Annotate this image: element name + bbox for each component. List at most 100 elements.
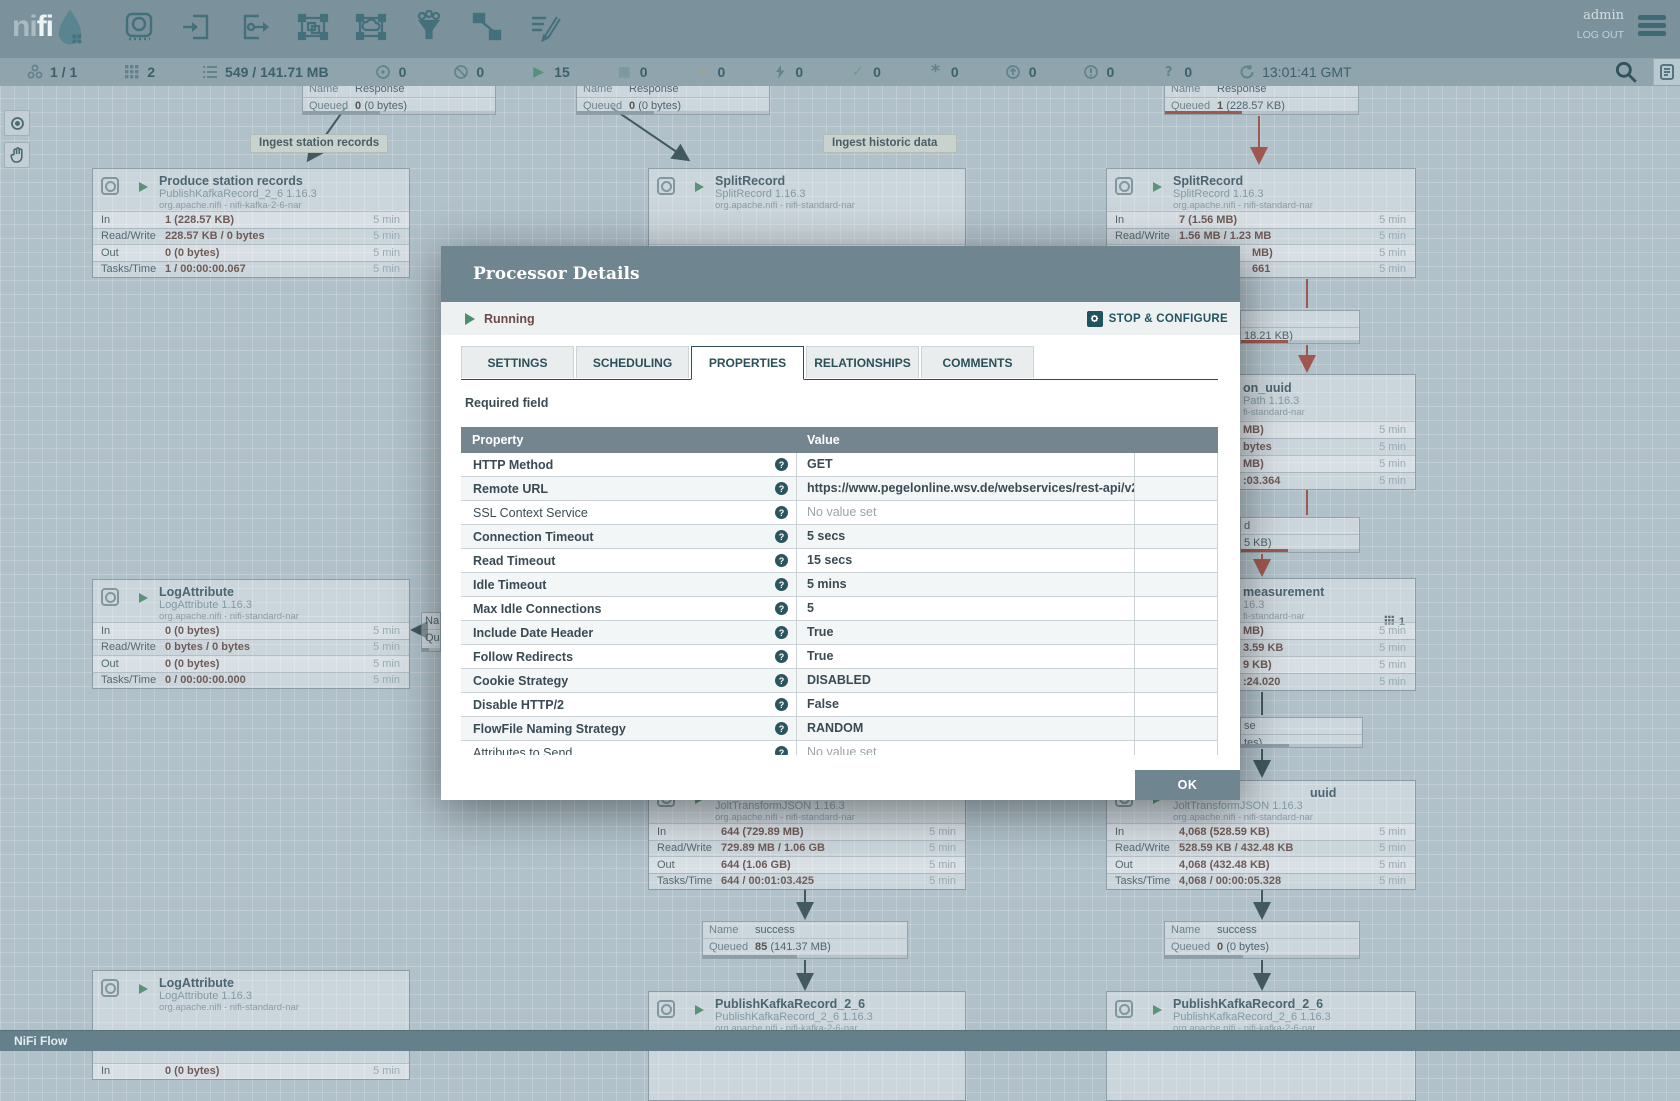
template-icon[interactable] <box>470 10 504 44</box>
processor-fragment-jsonpath[interactable]: on_uuidPath 1.16.3fi-standard-narMB)5 mi… <box>1240 374 1416 490</box>
property-row[interactable]: Disable HTTP/2?False <box>461 693 1218 717</box>
queue-progress-bar <box>1165 111 1358 114</box>
tab-properties[interactable]: PROPERTIES <box>691 346 804 380</box>
help-icon[interactable]: ? <box>775 578 788 591</box>
not-transmitting-icon <box>452 64 469 81</box>
connection-name: d <box>1244 518 1250 534</box>
search-icon[interactable] <box>1613 59 1639 85</box>
help-icon[interactable]: ? <box>775 722 788 735</box>
statusbar-count: 0 <box>951 64 959 80</box>
operate-palette-button[interactable] <box>4 142 30 168</box>
output-port-icon[interactable] <box>238 10 272 44</box>
navigate-palette-button[interactable] <box>4 110 30 136</box>
breadcrumb[interactable]: NiFi Flow <box>0 1034 67 1048</box>
property-row[interactable]: Remote URL?https://www.pegelonline.wsv.d… <box>461 477 1218 501</box>
tab-comments[interactable]: COMMENTS <box>921 346 1034 378</box>
property-row[interactable]: Include Date Header?True <box>461 621 1218 645</box>
running-status-label: Running <box>484 312 535 326</box>
processor-stats: In1 (228.57 KB)5 minRead/Write228.57 KB … <box>93 211 409 277</box>
remote-process-group-icon[interactable] <box>354 10 388 44</box>
input-port-icon[interactable] <box>180 10 214 44</box>
property-name: Idle Timeout? <box>461 573 797 596</box>
help-icon[interactable]: ? <box>775 674 788 687</box>
processor-details-dialog: Processor Details Running STOP & CONFIGU… <box>441 246 1240 800</box>
help-icon[interactable]: ? <box>775 554 788 567</box>
property-value: https://www.pegelonline.wsv.de/webservic… <box>797 477 1135 500</box>
processor-fragment-measurement[interactable]: measurement16.3fi-standard-nar1MB)5 min3… <box>1240 578 1416 691</box>
processor-bundle: org.apache.nifi - nifi-standard-nar <box>159 1002 403 1013</box>
statusbar-count: 0 <box>399 64 407 80</box>
property-row[interactable]: Idle Timeout?5 mins <box>461 573 1218 597</box>
property-row[interactable]: Follow Redirects?True <box>461 645 1218 669</box>
connection-fragment-queue-2[interactable]: d5 KB) <box>1240 517 1360 553</box>
flow-label[interactable]: Ingest historic data <box>823 134 957 153</box>
help-icon[interactable]: ? <box>775 506 788 519</box>
global-menu-icon[interactable] <box>1638 15 1666 37</box>
refresh-icon[interactable] <box>1238 64 1255 81</box>
statusbar-item: 1 / 1 <box>26 64 77 81</box>
property-row[interactable]: Read Timeout?15 secs <box>461 549 1218 573</box>
connection-fragment-queue-1[interactable]: 18.21 KB) <box>1240 310 1360 344</box>
property-row[interactable]: Attributes to Send?No value set <box>461 741 1218 755</box>
nifi-drop-icon <box>55 8 85 46</box>
stop-and-configure-button[interactable]: STOP & CONFIGURE <box>1087 311 1228 327</box>
processor-type: PublishKafkaRecord_2_6 1.16.3 <box>715 1011 959 1023</box>
property-row[interactable]: Cookie Strategy?DISABLED <box>461 669 1218 693</box>
processor-icon[interactable] <box>122 10 156 44</box>
transmitting-icon <box>375 64 392 81</box>
processor-stats: In4,068 (528.59 KB)5 minRead/Write528.59… <box>1107 823 1415 889</box>
statusbar-item: ⚠0 <box>694 64 726 81</box>
processor-produce-station-records[interactable]: Produce station recordsPublishKafkaRecor… <box>92 168 410 278</box>
property-row[interactable]: FlowFile Naming Strategy?RANDOM <box>461 717 1218 741</box>
help-icon[interactable]: ? <box>775 650 788 663</box>
stat-row: Out4,068 (432.48 KB)5 min <box>1107 856 1415 873</box>
help-icon[interactable]: ? <box>775 626 788 639</box>
property-column-header: Property <box>461 427 797 453</box>
processor-name: PublishKafkaRecord_2_6 <box>715 997 959 1011</box>
property-row[interactable]: HTTP Method?GET <box>461 453 1218 477</box>
last-refresh-time[interactable]: 13:01:41 GMT <box>1238 64 1352 81</box>
statusbar-item: 2 <box>123 64 155 81</box>
processor-logattribute-bottom[interactable]: LogAttributeLogAttribute 1.16.3org.apach… <box>92 970 410 1080</box>
stopped-icon: ■ <box>616 64 633 81</box>
stat-row: Read/Write228.57 KB / 0 bytes5 min <box>93 228 409 245</box>
tab-scheduling[interactable]: SCHEDULING <box>576 346 689 378</box>
connection-fragment-queue-3[interactable]: setes) <box>1240 717 1363 748</box>
statusbar-count: 0 <box>640 64 648 80</box>
processor-name: LogAttribute <box>159 585 403 599</box>
running-status-icon <box>465 313 475 325</box>
help-icon[interactable]: ? <box>775 746 788 755</box>
status-bar: 1 / 12549 / 141.71 MB00▶15■0⚠00✓0*000?01… <box>0 58 1680 86</box>
help-icon[interactable]: ? <box>775 458 788 471</box>
queue-progress-bar <box>1165 955 1359 958</box>
connection-success-right[interactable]: NamesuccessQueued0 (0 bytes) <box>1164 921 1360 959</box>
logout-link[interactable]: LOG OUT <box>1577 29 1624 41</box>
dialog-header: Processor Details <box>441 246 1240 302</box>
queue-progress-bar <box>303 111 495 114</box>
help-icon[interactable]: ? <box>775 482 788 495</box>
processor-logattribute-mid[interactable]: LogAttributeLogAttribute 1.16.3org.apach… <box>92 579 410 689</box>
process-group-icon[interactable] <box>296 10 330 44</box>
property-row[interactable]: Max Idle Connections?5 <box>461 597 1218 621</box>
label-icon[interactable] <box>528 10 562 44</box>
property-row[interactable]: Connection Timeout?5 secs <box>461 525 1218 549</box>
flow-label[interactable]: Ingest station records <box>250 134 388 153</box>
connection-success-mid[interactable]: NamesuccessQueued85 (141.37 MB) <box>702 921 908 959</box>
panel-toggle-button[interactable] <box>1653 59 1680 85</box>
help-icon[interactable]: ? <box>775 530 788 543</box>
statusbar-count: 0 <box>476 64 484 80</box>
connection-fragment-left[interactable]: NaQu <box>421 612 441 652</box>
stat-row: Out0 (0 bytes)5 min <box>93 655 409 672</box>
tab-settings[interactable]: SETTINGS <box>461 346 574 378</box>
hand-icon <box>10 147 24 163</box>
statusbar-count: 0 <box>1107 64 1115 80</box>
help-icon[interactable]: ? <box>775 602 788 615</box>
property-row[interactable]: SSL Context Service?No value set <box>461 501 1218 525</box>
funnel-icon[interactable] <box>412 10 446 44</box>
tab-relationships[interactable]: RELATIONSHIPS <box>806 346 919 378</box>
statusbar-item: 0 <box>1083 64 1115 81</box>
ok-button[interactable]: OK <box>1135 770 1240 800</box>
statusbar-item: 0 <box>452 64 484 81</box>
help-icon[interactable]: ? <box>775 698 788 711</box>
statusbar-item: ■0 <box>616 64 648 81</box>
